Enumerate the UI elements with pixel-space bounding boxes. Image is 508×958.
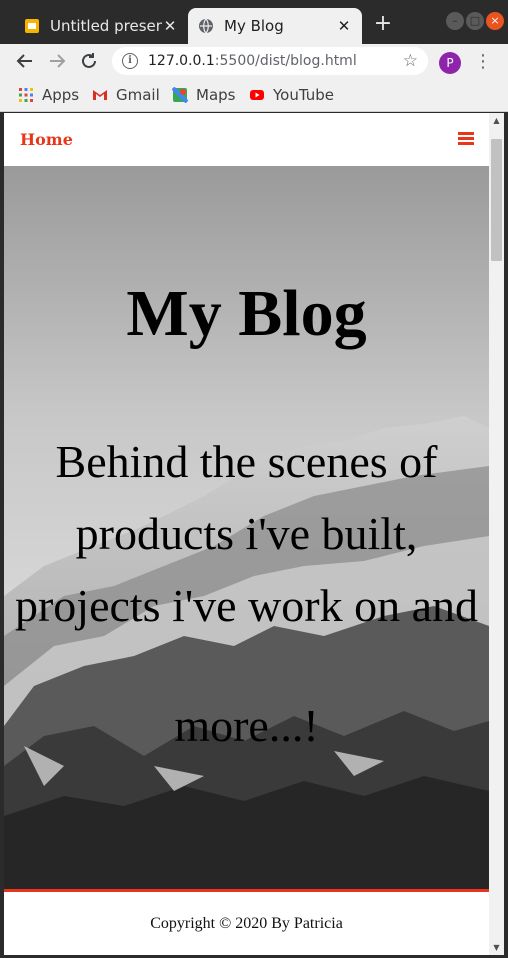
- scrollbar-thumb[interactable]: [491, 139, 502, 261]
- home-link[interactable]: Home: [20, 130, 73, 149]
- scroll-up-arrow-icon[interactable]: ▲: [489, 113, 504, 128]
- close-tab-icon[interactable]: ✕: [162, 17, 178, 35]
- hero-section: My Blog Behind the scenes of products i'…: [4, 166, 489, 889]
- hero-title: My Blog: [126, 277, 367, 350]
- close-window-icon[interactable]: ×: [486, 12, 504, 30]
- scroll-down-arrow-icon[interactable]: ▼: [489, 940, 504, 955]
- bookmark-label: Apps: [42, 86, 80, 104]
- maximize-window-icon[interactable]: □: [466, 12, 484, 30]
- tab-my-blog[interactable]: My Blog ✕: [188, 8, 362, 44]
- apps-grid-icon: [19, 88, 33, 102]
- slides-icon: [25, 19, 39, 33]
- browser-toolbar: i 127.0.0.1:5500/dist/blog.html ☆: [0, 44, 508, 78]
- reload-icon[interactable]: [78, 50, 100, 72]
- tab-untitled-presentation[interactable]: Untitled presentation ✕: [14, 8, 188, 44]
- browser-menu-icon[interactable]: ⋮: [474, 50, 492, 74]
- bookmark-label: Maps: [196, 86, 236, 104]
- site-info-icon[interactable]: i: [122, 53, 138, 69]
- gmail-icon: [93, 90, 107, 100]
- youtube-icon: [250, 90, 264, 100]
- bookmark-label: Gmail: [116, 86, 160, 104]
- bookmarks-bar: Apps Gmail Maps YouTube: [0, 78, 508, 112]
- hero-subtitle-line: more...!: [174, 700, 319, 751]
- address-bar[interactable]: i 127.0.0.1:5500/dist/blog.html ☆: [112, 47, 428, 75]
- minimize-window-icon[interactable]: –: [446, 12, 464, 30]
- back-arrow-icon[interactable]: [14, 50, 36, 72]
- bookmark-apps[interactable]: Apps: [18, 84, 79, 106]
- bookmark-star-icon[interactable]: ☆: [403, 51, 418, 71]
- maps-icon: [172, 87, 188, 103]
- hero-subtitle-line: products i've built,: [75, 508, 418, 559]
- url-path: :5500/dist/blog.html: [214, 53, 357, 69]
- hero-subtitle: Behind the scenes of products i've built…: [4, 426, 489, 762]
- tab-title: Untitled presentation: [50, 17, 162, 35]
- bookmark-youtube[interactable]: YouTube: [249, 84, 334, 106]
- forward-arrow-icon[interactable]: [46, 50, 68, 72]
- site-navbar: Home: [4, 113, 489, 166]
- bookmark-gmail[interactable]: Gmail: [92, 84, 160, 106]
- tab-title: My Blog: [224, 17, 284, 35]
- tab-strip: Untitled presentation ✕ My Blog ✕ + – □ …: [0, 0, 508, 44]
- globe-icon: [199, 18, 213, 34]
- hero-subtitle-line: projects i've work on and: [14, 580, 479, 631]
- profile-avatar[interactable]: P: [439, 52, 461, 74]
- hamburger-menu-icon[interactable]: [458, 132, 474, 146]
- browser-window: Untitled presentation ✕ My Blog ✕ + – □ …: [0, 0, 508, 958]
- close-tab-icon[interactable]: ✕: [336, 17, 352, 35]
- page-viewport: Home My Blog Behind the scenes of produc…: [4, 113, 489, 955]
- page-scrollbar[interactable]: ▲ ▼: [489, 113, 504, 955]
- url-host: 127.0.0.1: [148, 53, 215, 69]
- new-tab-button[interactable]: +: [372, 13, 394, 35]
- bookmark-label: YouTube: [273, 86, 334, 104]
- bookmark-maps[interactable]: Maps: [172, 84, 235, 106]
- hero-subtitle-line: Behind the scenes of: [55, 436, 438, 487]
- footer-copyright: Copyright © 2020 By Patricia: [4, 892, 489, 955]
